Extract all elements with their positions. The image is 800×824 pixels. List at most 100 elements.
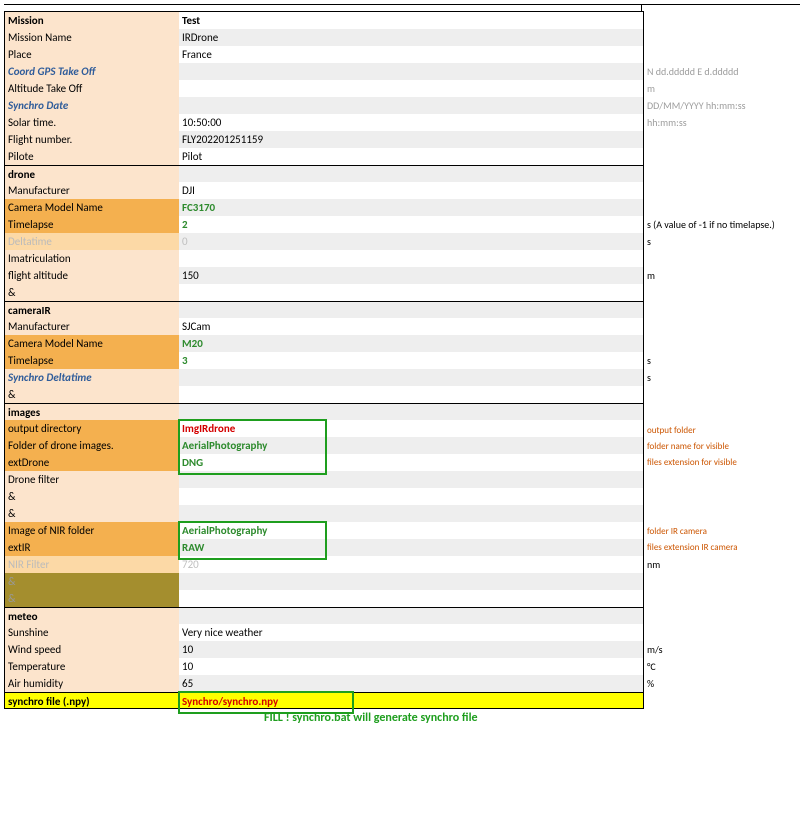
row-ir-timelapse: Timelapse 3 s	[5, 352, 643, 369]
row-solar: Solar time. 10:50:00 hh:mm:ss	[5, 114, 643, 131]
nirfilter-value[interactable]: 720	[179, 556, 643, 573]
row-img-amp1: &	[5, 488, 643, 505]
mission-section-value[interactable]: Test	[179, 12, 643, 29]
ir-mfr-value[interactable]: SJCam	[179, 318, 643, 335]
ir-amp: &	[5, 386, 179, 403]
img-amp1: &	[5, 488, 179, 505]
hum-value[interactable]: 65	[179, 675, 643, 692]
row-drone-cam: Camera Model Name FC3170	[5, 199, 643, 216]
drone-delta-label: Deltatime	[5, 233, 179, 250]
dronefolder-note: folder name for visible	[647, 438, 729, 455]
row-drone-delta: Deltatime 0 s	[5, 233, 643, 250]
coord-label: Coord GPS Take Off	[5, 63, 179, 80]
flight-alt-value[interactable]: 150	[179, 267, 643, 284]
alt-takeoff-label: Altitude Take Off	[5, 80, 179, 97]
drone-cam-value[interactable]: FC3170	[179, 199, 643, 216]
drone-amp: &	[5, 284, 179, 301]
extir-value[interactable]: RAW	[179, 539, 643, 556]
sunshine-value[interactable]: Very nice weather	[179, 624, 643, 641]
row-ir-synchrodelta: Synchro Deltatime s	[5, 369, 643, 386]
row-drone-timelapse: Timelapse 2 s (A value of -1 if no timel…	[5, 216, 643, 233]
images-label: images	[5, 404, 179, 420]
coord-value[interactable]	[179, 63, 643, 80]
solar-value[interactable]: 10:50:00	[179, 114, 643, 131]
wind-value[interactable]: 10	[179, 641, 643, 658]
ir-synchrodelta-value[interactable]	[179, 369, 643, 386]
drone-cam-label: Camera Model Name	[5, 199, 179, 216]
extdrone-value[interactable]: DNG	[179, 454, 643, 471]
extir-note: files extension IR camera	[647, 539, 738, 556]
row-mission-name: Mission Name IRDrone	[5, 29, 643, 46]
dronefolder-value[interactable]: AerialPhotography	[179, 437, 643, 454]
synchro-date-hint: DD/MM/YYYY hh:mm:ss	[647, 97, 746, 114]
imat-value[interactable]	[179, 250, 643, 267]
row-ir-cam: Camera Model Name M20	[5, 335, 643, 352]
dronefilter-label: Drone filter	[5, 471, 179, 488]
flightnum-label: Flight number.	[5, 131, 179, 148]
synchro-date-value[interactable]	[179, 97, 643, 114]
flight-alt-label: flight altitude	[5, 267, 179, 284]
extdrone-label: extDrone	[5, 454, 179, 471]
row-flight-alt: flight altitude 150 m	[5, 267, 643, 284]
row-altitude-takeoff: Altitude Take Off m	[5, 80, 643, 97]
wind-label: Wind speed	[5, 641, 179, 658]
config-sheet: Mission Test Mission Name IRDrone Place …	[4, 11, 644, 709]
row-imat: Imatriculation	[5, 250, 643, 267]
synchro-file-label: synchro file (.npy)	[5, 693, 179, 708]
ir-synchrodelta-hint: s	[647, 369, 651, 386]
alt-takeoff-value[interactable]	[179, 80, 643, 97]
pilote-label: Pilote	[5, 148, 179, 165]
row-img-amp4: &	[5, 590, 643, 607]
dronefilter-value[interactable]	[179, 471, 643, 488]
drone-timelapse-label: Timelapse	[5, 216, 179, 233]
row-humidity: Air humidity 65 %	[5, 675, 643, 692]
nirfolder-label: Image of NIR folder	[5, 522, 179, 539]
row-synchro-date: Synchro Date DD/MM/YYYY hh:mm:ss	[5, 97, 643, 114]
row-img-amp2: &	[5, 505, 643, 522]
ir-timelapse-label: Timelapse	[5, 352, 179, 369]
row-img-amp3: &	[5, 573, 643, 590]
drone-delta-value[interactable]: 0	[179, 233, 643, 250]
coord-hint: N dd.ddddd E d.ddddd	[647, 63, 738, 80]
ir-cam-label: Camera Model Name	[5, 335, 179, 352]
row-nirfolder: Image of NIR folder AerialPhotography fo…	[5, 522, 643, 539]
drone-mfr-value[interactable]: DJI	[179, 182, 643, 199]
row-drone-mfr: Manufacturer DJI	[5, 182, 643, 199]
temp-value[interactable]: 10	[179, 658, 643, 675]
ir-timelapse-value[interactable]: 3	[179, 352, 643, 369]
section-meteo: meteo	[5, 607, 643, 624]
mission-name-value[interactable]: IRDrone	[179, 29, 643, 46]
section-mission: Mission Test	[5, 12, 643, 29]
section-images: images	[5, 403, 643, 420]
dronefolder-label: Folder of drone images.	[5, 437, 179, 454]
drone-label: drone	[5, 166, 179, 182]
img-amp2: &	[5, 505, 179, 522]
drone-delta-hint: s	[647, 233, 651, 250]
ir-cam-value[interactable]: M20	[179, 335, 643, 352]
nirfolder-note: folder IR camera	[647, 523, 707, 540]
row-dronefolder: Folder of drone images. AerialPhotograph…	[5, 437, 643, 454]
drone-timelapse-value[interactable]: 2	[179, 216, 643, 233]
nirfilter-hint: nm	[647, 556, 660, 573]
place-value[interactable]: France	[179, 46, 643, 63]
row-sunshine: Sunshine Very nice weather	[5, 624, 643, 641]
nirfolder-value[interactable]: AerialPhotography	[179, 522, 643, 539]
row-drone-amp: &	[5, 284, 643, 301]
solar-label: Solar time.	[5, 114, 179, 131]
row-pilote: Pilote Pilot	[5, 148, 643, 165]
sunshine-label: Sunshine	[5, 624, 179, 641]
row-place: Place France	[5, 46, 643, 63]
outdir-value[interactable]: ImgIRdrone	[179, 420, 643, 437]
alt-takeoff-hint: m	[647, 80, 655, 97]
row-outdir: output directory ImgIRdrone output folde…	[5, 420, 643, 437]
synchro-file-value[interactable]: Synchro/synchro.npy	[179, 693, 643, 708]
row-ir-mfr: Manufacturer SJCam	[5, 318, 643, 335]
meteo-label: meteo	[5, 608, 179, 624]
extdrone-note: files extension for visible	[647, 454, 737, 471]
img-amp4: &	[5, 590, 179, 607]
pilote-value[interactable]: Pilot	[179, 148, 643, 165]
section-camerair: cameraIR	[5, 301, 643, 318]
flightnum-value[interactable]: FLY202201251159	[179, 131, 643, 148]
hum-label: Air humidity	[5, 675, 179, 692]
camerair-label: cameraIR	[5, 302, 179, 318]
